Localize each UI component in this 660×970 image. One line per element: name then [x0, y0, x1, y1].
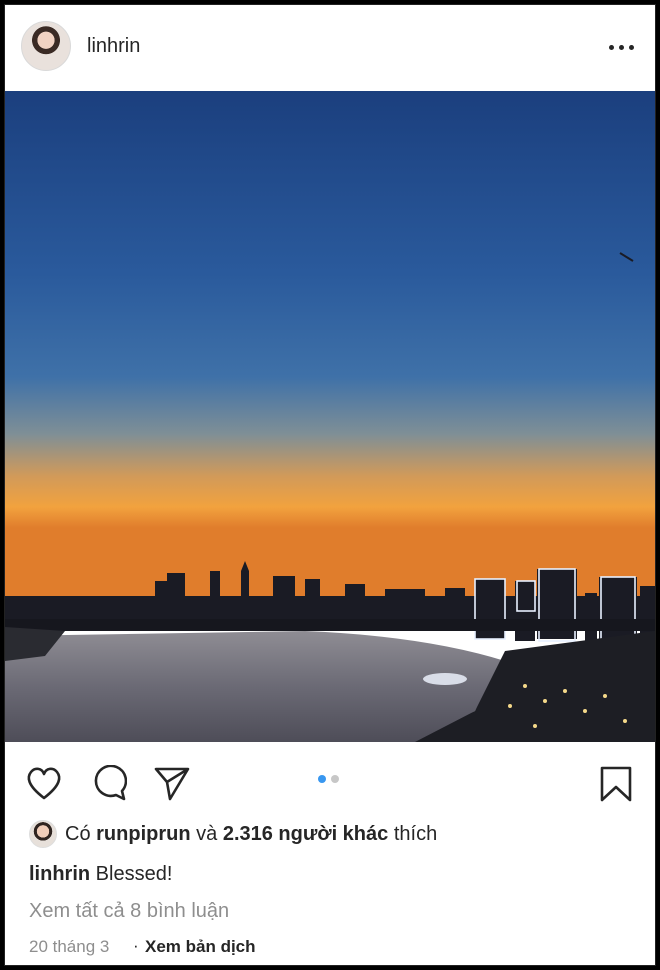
likes-middle: và: [196, 823, 218, 845]
carousel-dot-active[interactable]: [318, 775, 326, 783]
caption-text: Blessed!: [95, 863, 173, 885]
carousel-dot[interactable]: [331, 775, 339, 783]
more-options-icon[interactable]: [609, 43, 635, 53]
caption: linhrin Blessed!: [29, 863, 172, 886]
username[interactable]: linhrin: [87, 35, 140, 58]
post-photo[interactable]: [5, 91, 655, 742]
likes-summary: Có runpiprun và 2.316 người khác thích: [65, 823, 437, 846]
avatar[interactable]: [21, 21, 71, 71]
likes-suffix: thích: [393, 823, 438, 845]
likes-others-link[interactable]: 2.316 người khác: [223, 823, 388, 845]
see-translation-link[interactable]: Xem bản dịch: [145, 937, 256, 957]
liker-username[interactable]: runpiprun: [96, 823, 190, 845]
post-header: linhrin: [5, 5, 655, 91]
bookmark-icon[interactable]: [599, 765, 633, 808]
liker-avatar[interactable]: [29, 820, 57, 848]
send-icon[interactable]: [153, 765, 191, 806]
caption-username[interactable]: linhrin: [29, 863, 90, 885]
heart-icon[interactable]: [25, 765, 63, 806]
action-bar: [5, 745, 655, 815]
post-date: 20 tháng 3: [29, 937, 110, 956]
separator: ·: [133, 936, 139, 955]
likes-prefix: Có: [65, 823, 91, 845]
view-all-comments-link[interactable]: Xem tất cả 8 bình luận: [29, 900, 229, 923]
comment-icon[interactable]: [91, 764, 128, 806]
post-card: linhrin Có runpiprun và 2.316 người khác…: [4, 4, 656, 966]
